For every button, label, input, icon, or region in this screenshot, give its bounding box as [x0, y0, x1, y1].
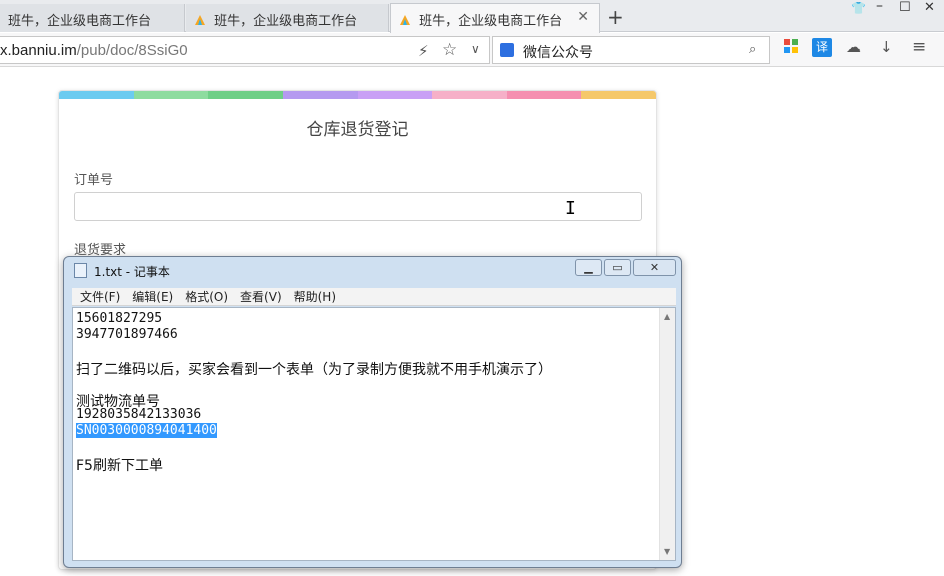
lightning-icon[interactable]: ⚡: [418, 42, 429, 60]
menu-view[interactable]: 查看(V): [240, 288, 282, 306]
maximize-button[interactable]: ▭: [604, 259, 631, 276]
close-button[interactable]: ✕: [633, 259, 676, 276]
browser-toolbar: x.banniu.im/pub/doc/8SsiG0 ⚡ ☆ ∨ 微信公众号 ⌕…: [0, 33, 944, 67]
notepad-window[interactable]: 1.txt - 记事本 ▁ ▭ ✕ 文件(F) 编辑(E) 格式(O) 查看(V) 帮助…: [63, 256, 682, 568]
window-title: 1.txt - 记事本: [94, 265, 170, 279]
tab-strip: 班牛，企业级电商工作台 班牛，企业级电商工作台 班牛，企业级电商工作台 ✕ + …: [0, 0, 944, 33]
notepad-icon: [74, 263, 87, 278]
text-line: 15601827295: [76, 311, 163, 326]
text-line: 3947701897466: [76, 327, 178, 342]
cloud-icon[interactable]: ☁: [846, 38, 861, 56]
browser-tab[interactable]: 班牛，企业级电商工作台: [186, 4, 389, 32]
stripe-segment: [432, 91, 507, 99]
color-stripe: [59, 91, 656, 99]
tab-title: 班牛，企业级电商工作台: [214, 14, 358, 29]
text-area[interactable]: ▲ ▼ 15601827295 3947701897466 扫了二维码以后，买家会看…: [72, 307, 676, 561]
menu-icon[interactable]: ≡: [912, 37, 926, 57]
url-host: x.banniu.im: [0, 42, 77, 59]
apps-grid-icon[interactable]: [784, 39, 799, 58]
address-bar[interactable]: x.banniu.im/pub/doc/8SsiG0 ⚡ ☆ ∨: [0, 36, 490, 64]
menu-edit[interactable]: 编辑(E): [132, 288, 173, 306]
browser-tab-active[interactable]: 班牛，企业级电商工作台 ✕: [390, 3, 600, 33]
page-title: 仓库退货登记: [306, 120, 409, 140]
text-line: F5刷新下工单: [76, 458, 163, 474]
banniu-logo-icon: [195, 15, 205, 25]
url-text: x.banniu.im/pub/doc/8SsiG0: [0, 42, 188, 59]
maximize-icon[interactable]: ☐: [899, 0, 911, 15]
menu-help[interactable]: 帮助(H): [294, 288, 336, 306]
stripe-segment: [282, 91, 358, 99]
scroll-down-icon[interactable]: ▼: [664, 547, 670, 556]
stripe-segment: [133, 91, 209, 99]
download-icon[interactable]: ↓: [880, 38, 893, 56]
stripe-segment: [581, 91, 656, 99]
text-cursor-icon: I: [565, 198, 576, 219]
browser-tab[interactable]: 班牛，企业级电商工作台: [0, 4, 185, 32]
text-line: SN0030000894041400: [76, 423, 217, 438]
menu-format[interactable]: 格式(O): [185, 288, 228, 306]
plus-icon[interactable]: +: [607, 5, 624, 29]
translate-icon[interactable]: 译: [812, 38, 832, 57]
minimize-button[interactable]: ▁: [575, 259, 602, 276]
tab-title: 班牛，企业级电商工作台: [8, 14, 152, 29]
stripe-segment: [208, 91, 283, 99]
search-icon[interactable]: ⌕: [749, 42, 756, 57]
menu-file[interactable]: 文件(F): [80, 288, 120, 306]
tab-title: 班牛，企业级电商工作台: [419, 14, 563, 29]
stripe-segment: [59, 91, 134, 99]
baidu-icon[interactable]: [500, 43, 514, 57]
url-path: /pub/doc/8SsiG0: [76, 42, 188, 59]
search-text: 微信公众号: [523, 45, 593, 61]
close-window-icon[interactable]: ✕: [924, 0, 935, 15]
chevron-down-icon[interactable]: ∨: [471, 42, 480, 56]
search-box[interactable]: 微信公众号 ⌕: [492, 36, 770, 64]
scroll-up-icon[interactable]: ▲: [664, 312, 670, 321]
close-tab-icon[interactable]: ✕: [577, 9, 589, 25]
shirt-icon[interactable]: 👕: [851, 1, 866, 15]
order-number-input[interactable]: [74, 192, 642, 221]
menu-bar: 文件(F) 编辑(E) 格式(O) 查看(V) 帮助(H): [72, 288, 676, 306]
stripe-segment: [357, 91, 433, 99]
stripe-segment: [506, 91, 582, 99]
vertical-scrollbar[interactable]: ▲ ▼: [659, 308, 675, 560]
order-number-label: 订单号: [74, 173, 114, 188]
text-line: 1928035842133036: [76, 407, 202, 422]
banniu-logo-icon: [400, 15, 410, 25]
text-line: 扫了二维码以后，买家会看到一个表单（为了录制方便我就不用手机演示了）: [76, 362, 552, 378]
minimize-icon[interactable]: –: [876, 0, 883, 14]
star-icon[interactable]: ☆: [442, 40, 457, 60]
